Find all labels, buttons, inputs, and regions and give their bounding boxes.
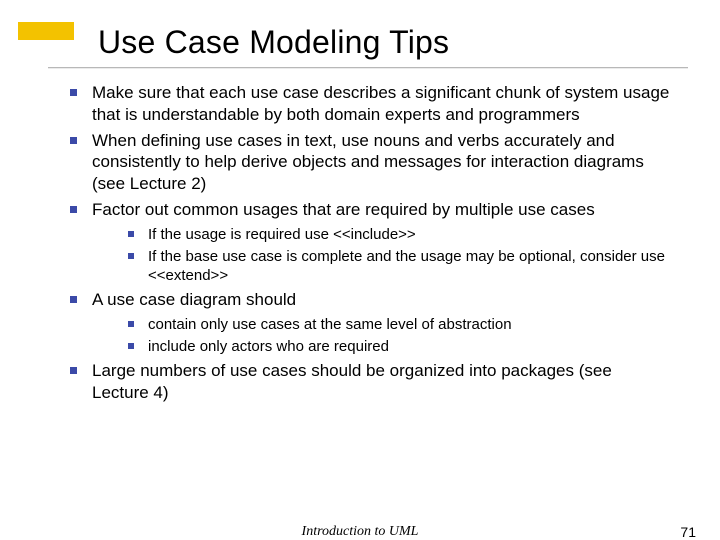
bullet-text: Factor out common usages that are requir… xyxy=(92,200,595,219)
sub-bullet-item: If the usage is required use <<include>> xyxy=(128,225,672,244)
bullet-item: When defining use cases in text, use nou… xyxy=(70,130,672,195)
slide: Use Case Modeling Tips Make sure that ea… xyxy=(0,0,720,540)
bullet-item: Make sure that each use case describes a… xyxy=(70,82,672,126)
bullet-text: Large numbers of use cases should be org… xyxy=(92,361,612,402)
bullet-list: Make sure that each use case describes a… xyxy=(48,82,672,404)
sub-bullet-item: If the base use case is complete and the… xyxy=(128,247,672,285)
sub-bullet-list: If the usage is required use <<include>>… xyxy=(92,225,672,286)
sub-bullet-text: contain only use cases at the same level… xyxy=(148,316,512,333)
bullet-text: When defining use cases in text, use nou… xyxy=(92,131,644,194)
bullet-item: A use case diagram should contain only u… xyxy=(70,289,672,356)
bullet-item: Large numbers of use cases should be org… xyxy=(70,360,672,404)
title-underline xyxy=(48,67,688,68)
sub-bullet-list: contain only use cases at the same level… xyxy=(92,315,672,356)
sub-bullet-text: include only actors who are required xyxy=(148,338,389,355)
bullet-text: Make sure that each use case describes a… xyxy=(92,83,669,124)
bullet-item: Factor out common usages that are requir… xyxy=(70,199,672,285)
bullet-text: A use case diagram should xyxy=(92,290,296,309)
sub-bullet-text: If the usage is required use <<include>> xyxy=(148,226,416,243)
page-number: 71 xyxy=(680,524,696,540)
sub-bullet-item: contain only use cases at the same level… xyxy=(128,315,672,334)
sub-bullet-text: If the base use case is complete and the… xyxy=(148,248,665,284)
accent-bar xyxy=(18,22,74,40)
footer-title: Introduction to UML xyxy=(302,524,419,540)
sub-bullet-item: include only actors who are required xyxy=(128,337,672,356)
slide-title: Use Case Modeling Tips xyxy=(98,24,672,61)
slide-content: Make sure that each use case describes a… xyxy=(48,82,672,404)
